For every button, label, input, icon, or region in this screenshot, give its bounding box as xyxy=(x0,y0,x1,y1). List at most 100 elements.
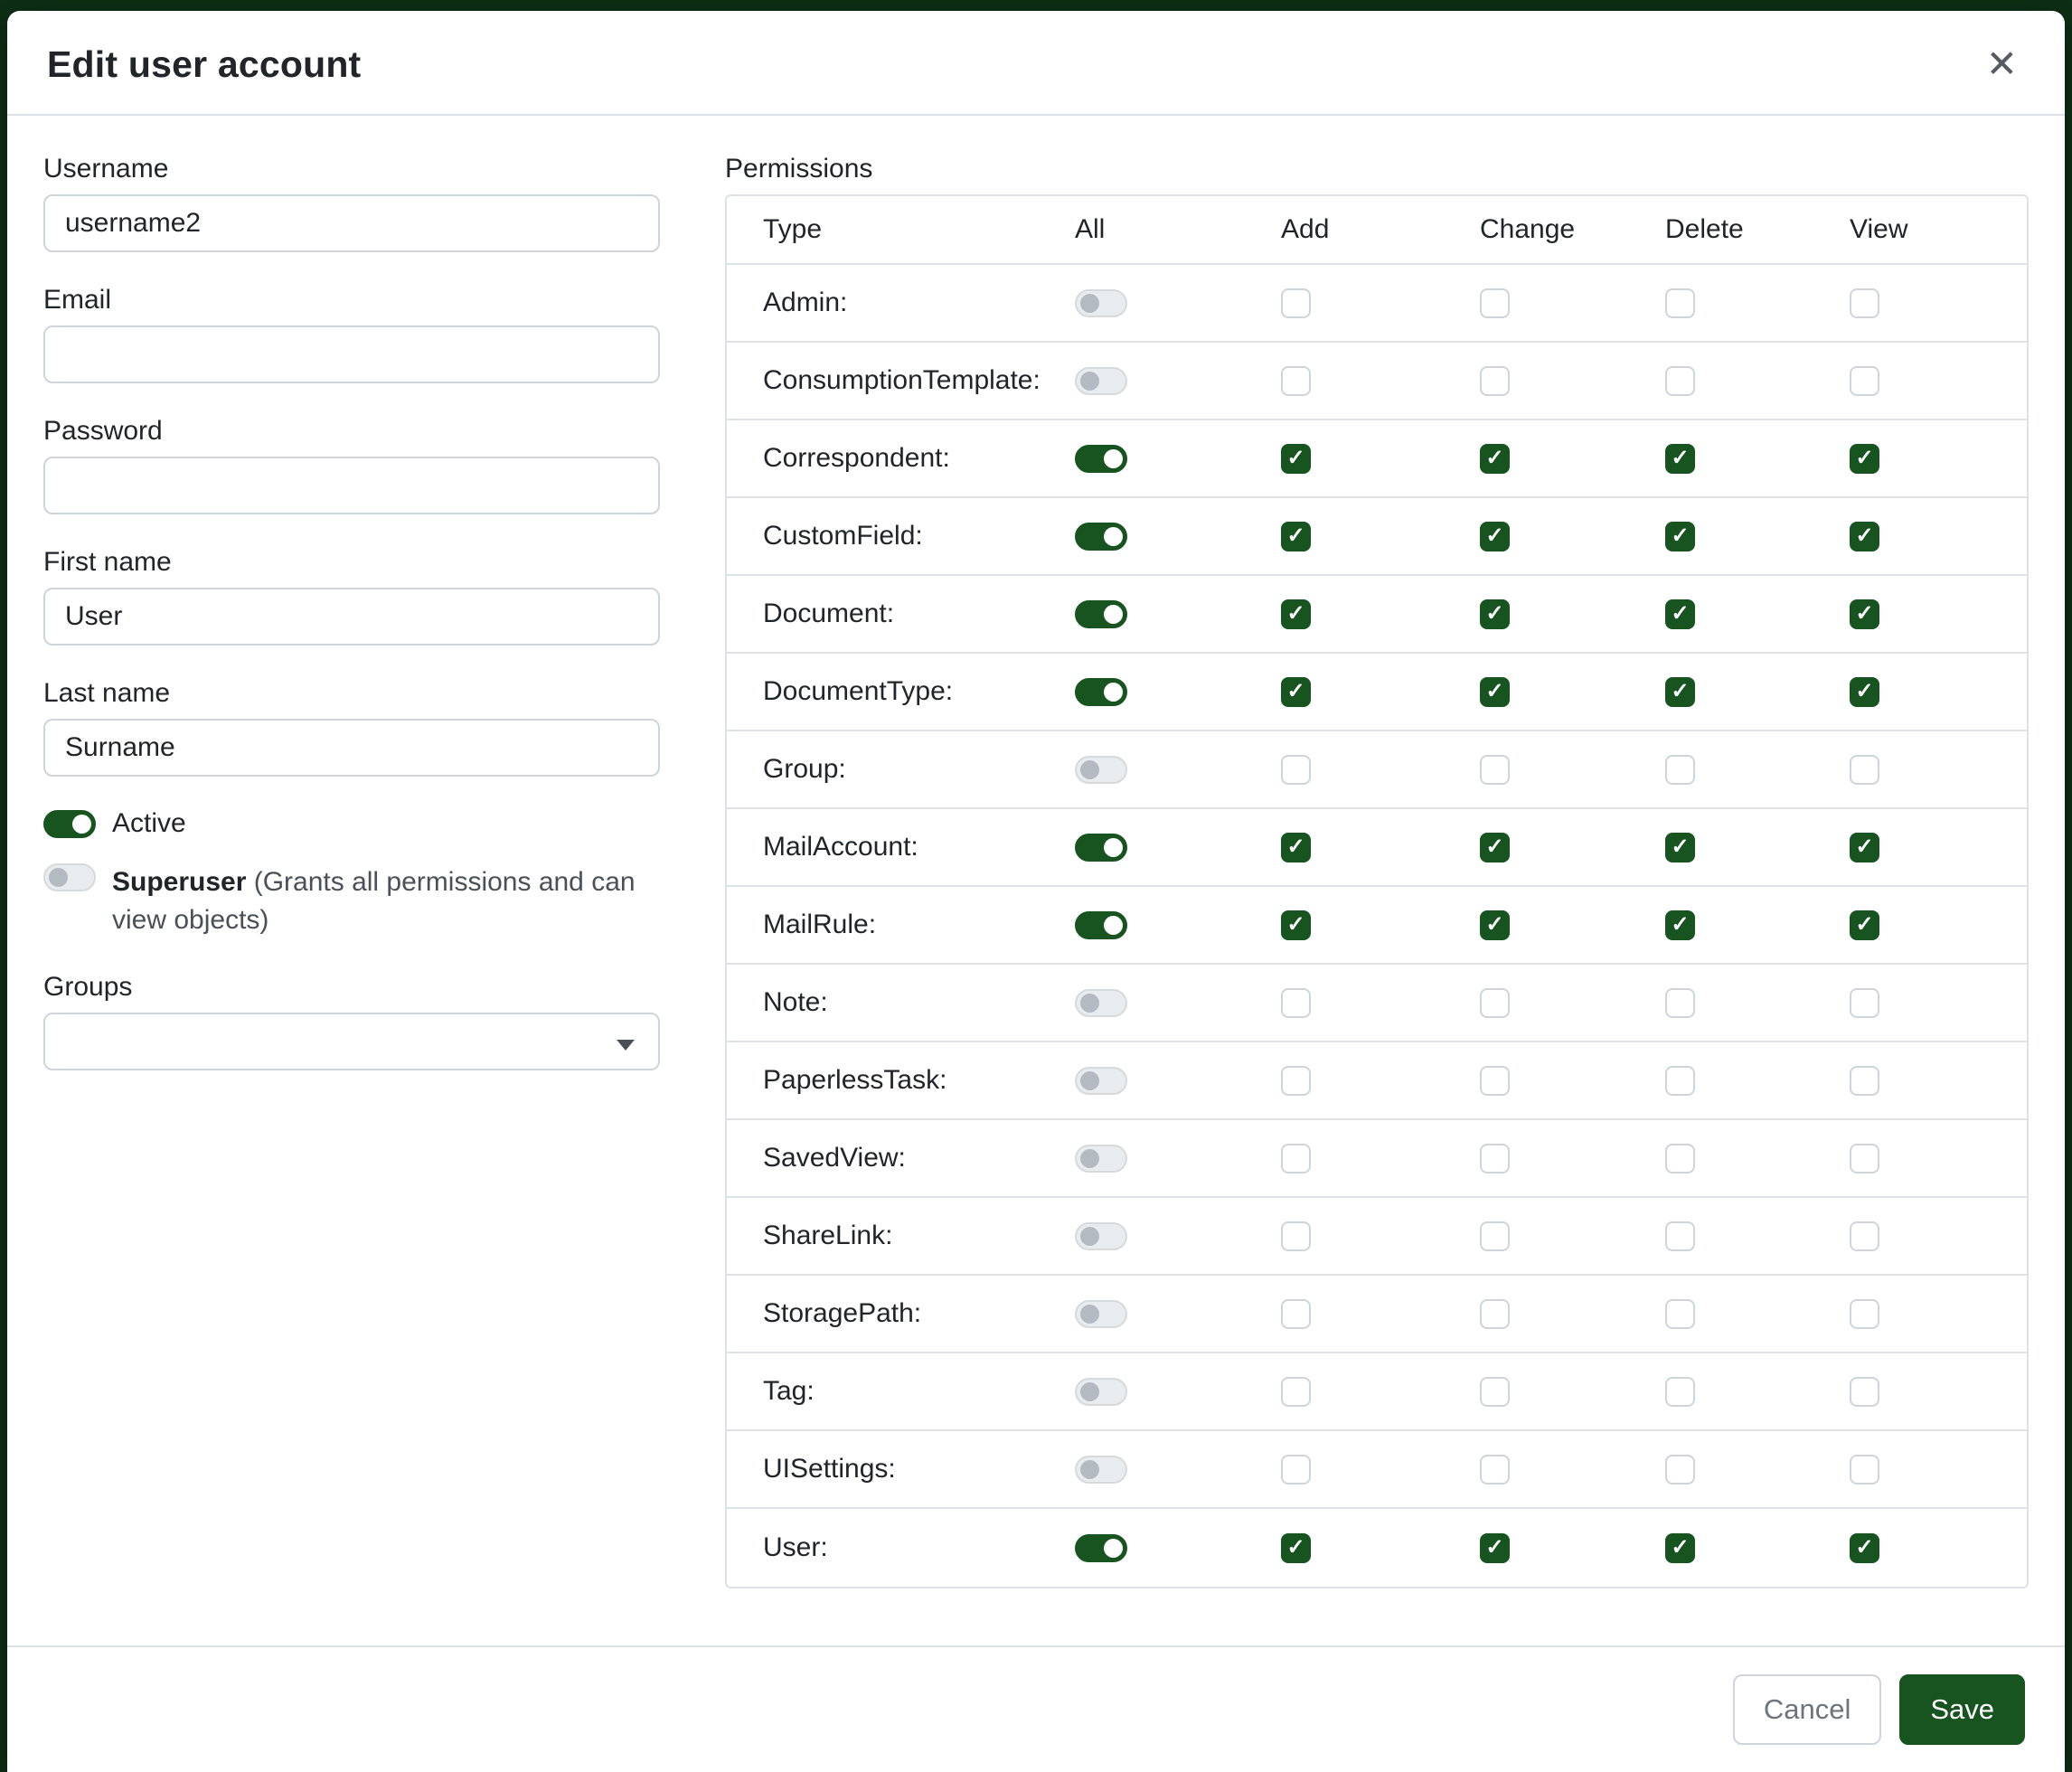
email-input[interactable] xyxy=(43,325,660,383)
permission-add-checkbox[interactable] xyxy=(1281,1533,1311,1563)
permission-all-toggle[interactable] xyxy=(1075,445,1127,473)
permission-change-checkbox[interactable] xyxy=(1480,1066,1510,1096)
close-icon[interactable]: ✕ xyxy=(1979,42,2025,87)
permission-add-checkbox[interactable] xyxy=(1281,1066,1311,1096)
permission-all-toggle[interactable] xyxy=(1075,834,1127,862)
permission-all-toggle[interactable] xyxy=(1075,367,1127,395)
permission-add-checkbox[interactable] xyxy=(1281,522,1311,551)
permission-delete-checkbox[interactable] xyxy=(1665,677,1695,707)
permission-view-checkbox[interactable] xyxy=(1850,755,1879,785)
groups-select[interactable] xyxy=(43,1013,660,1070)
permission-add-checkbox[interactable] xyxy=(1281,833,1311,862)
permission-view-checkbox[interactable] xyxy=(1850,833,1879,862)
permission-add-checkbox[interactable] xyxy=(1281,444,1311,474)
permission-change-checkbox[interactable] xyxy=(1480,366,1510,396)
permission-delete-checkbox[interactable] xyxy=(1665,1299,1695,1329)
permission-all-toggle[interactable] xyxy=(1075,989,1127,1017)
permission-add-checkbox[interactable] xyxy=(1281,677,1311,707)
permission-view-checkbox[interactable] xyxy=(1850,1377,1879,1407)
permission-view-checkbox[interactable] xyxy=(1850,522,1879,551)
permission-add-checkbox[interactable] xyxy=(1281,910,1311,940)
permission-view-checkbox[interactable] xyxy=(1850,1299,1879,1329)
password-input[interactable] xyxy=(43,457,660,514)
last-name-input[interactable] xyxy=(43,719,660,777)
permission-delete-checkbox[interactable] xyxy=(1665,1221,1695,1251)
permission-add-checkbox[interactable] xyxy=(1281,288,1311,318)
permission-all-toggle[interactable] xyxy=(1075,1534,1127,1562)
permission-all-toggle[interactable] xyxy=(1075,1456,1127,1484)
permission-all-toggle[interactable] xyxy=(1075,600,1127,628)
permission-add-checkbox[interactable] xyxy=(1281,366,1311,396)
permission-view-checkbox[interactable] xyxy=(1850,1455,1879,1485)
cancel-button[interactable]: Cancel xyxy=(1733,1674,1882,1745)
permission-view-checkbox[interactable] xyxy=(1850,1221,1879,1251)
permission-change-checkbox[interactable] xyxy=(1480,1144,1510,1173)
permission-add-checkbox[interactable] xyxy=(1281,1455,1311,1485)
permission-change-checkbox[interactable] xyxy=(1480,677,1510,707)
permission-add-checkbox[interactable] xyxy=(1281,599,1311,629)
permission-change-checkbox[interactable] xyxy=(1480,988,1510,1018)
permission-view-checkbox[interactable] xyxy=(1850,599,1879,629)
permission-view-checkbox[interactable] xyxy=(1850,1533,1879,1563)
permission-delete-checkbox[interactable] xyxy=(1665,755,1695,785)
permission-change-checkbox[interactable] xyxy=(1480,444,1510,474)
permission-delete-checkbox[interactable] xyxy=(1665,1144,1695,1173)
permission-change-checkbox[interactable] xyxy=(1480,1299,1510,1329)
permission-view-checkbox[interactable] xyxy=(1850,910,1879,940)
permission-delete-checkbox[interactable] xyxy=(1665,988,1695,1018)
permission-delete-checkbox[interactable] xyxy=(1665,910,1695,940)
permission-delete-checkbox[interactable] xyxy=(1665,522,1695,551)
permission-add-checkbox[interactable] xyxy=(1281,988,1311,1018)
username-input[interactable] xyxy=(43,194,660,252)
permission-change-checkbox[interactable] xyxy=(1480,833,1510,862)
permission-change-checkbox[interactable] xyxy=(1480,1455,1510,1485)
permission-all-toggle[interactable] xyxy=(1075,1222,1127,1250)
permission-delete-checkbox[interactable] xyxy=(1665,599,1695,629)
permission-type-label: SavedView: xyxy=(763,1143,1075,1173)
save-button[interactable]: Save xyxy=(1899,1674,2025,1745)
permission-view-checkbox[interactable] xyxy=(1850,988,1879,1018)
permission-view-checkbox[interactable] xyxy=(1850,366,1879,396)
permission-delete-checkbox[interactable] xyxy=(1665,1533,1695,1563)
permission-all-toggle[interactable] xyxy=(1075,756,1127,784)
permission-delete-checkbox[interactable] xyxy=(1665,833,1695,862)
permission-all-toggle[interactable] xyxy=(1075,1145,1127,1173)
permission-add-checkbox[interactable] xyxy=(1281,1144,1311,1173)
permission-delete-checkbox[interactable] xyxy=(1665,1455,1695,1485)
permission-add-checkbox[interactable] xyxy=(1281,1221,1311,1251)
permission-add-checkbox[interactable] xyxy=(1281,755,1311,785)
permission-change-checkbox[interactable] xyxy=(1480,1377,1510,1407)
active-toggle[interactable] xyxy=(43,810,96,838)
active-label: Active xyxy=(112,807,186,840)
permission-delete-checkbox[interactable] xyxy=(1665,1377,1695,1407)
permission-view-checkbox[interactable] xyxy=(1850,1144,1879,1173)
first-name-input[interactable] xyxy=(43,588,660,646)
permission-delete-checkbox[interactable] xyxy=(1665,1066,1695,1096)
permission-view-checkbox[interactable] xyxy=(1850,444,1879,474)
permission-change-checkbox[interactable] xyxy=(1480,910,1510,940)
permission-all-toggle[interactable] xyxy=(1075,289,1127,317)
permission-view-checkbox[interactable] xyxy=(1850,1066,1879,1096)
permission-view-checkbox[interactable] xyxy=(1850,288,1879,318)
permission-delete-checkbox[interactable] xyxy=(1665,444,1695,474)
permission-add-checkbox[interactable] xyxy=(1281,1377,1311,1407)
permission-view-checkbox[interactable] xyxy=(1850,677,1879,707)
permission-change-checkbox[interactable] xyxy=(1480,599,1510,629)
permission-all-toggle[interactable] xyxy=(1075,678,1127,706)
permission-row: ConsumptionTemplate: xyxy=(727,343,2027,420)
superuser-toggle[interactable] xyxy=(43,863,96,891)
username-field-group: Username xyxy=(43,152,660,252)
permission-all-toggle[interactable] xyxy=(1075,1300,1127,1328)
permission-change-checkbox[interactable] xyxy=(1480,1221,1510,1251)
permission-all-toggle[interactable] xyxy=(1075,1378,1127,1406)
permission-add-checkbox[interactable] xyxy=(1281,1299,1311,1329)
permission-change-checkbox[interactable] xyxy=(1480,522,1510,551)
permission-delete-checkbox[interactable] xyxy=(1665,288,1695,318)
permission-delete-checkbox[interactable] xyxy=(1665,366,1695,396)
permission-change-checkbox[interactable] xyxy=(1480,288,1510,318)
permission-change-checkbox[interactable] xyxy=(1480,755,1510,785)
permission-change-checkbox[interactable] xyxy=(1480,1533,1510,1563)
permission-all-toggle[interactable] xyxy=(1075,1067,1127,1095)
permission-all-toggle[interactable] xyxy=(1075,911,1127,939)
permission-all-toggle[interactable] xyxy=(1075,523,1127,551)
